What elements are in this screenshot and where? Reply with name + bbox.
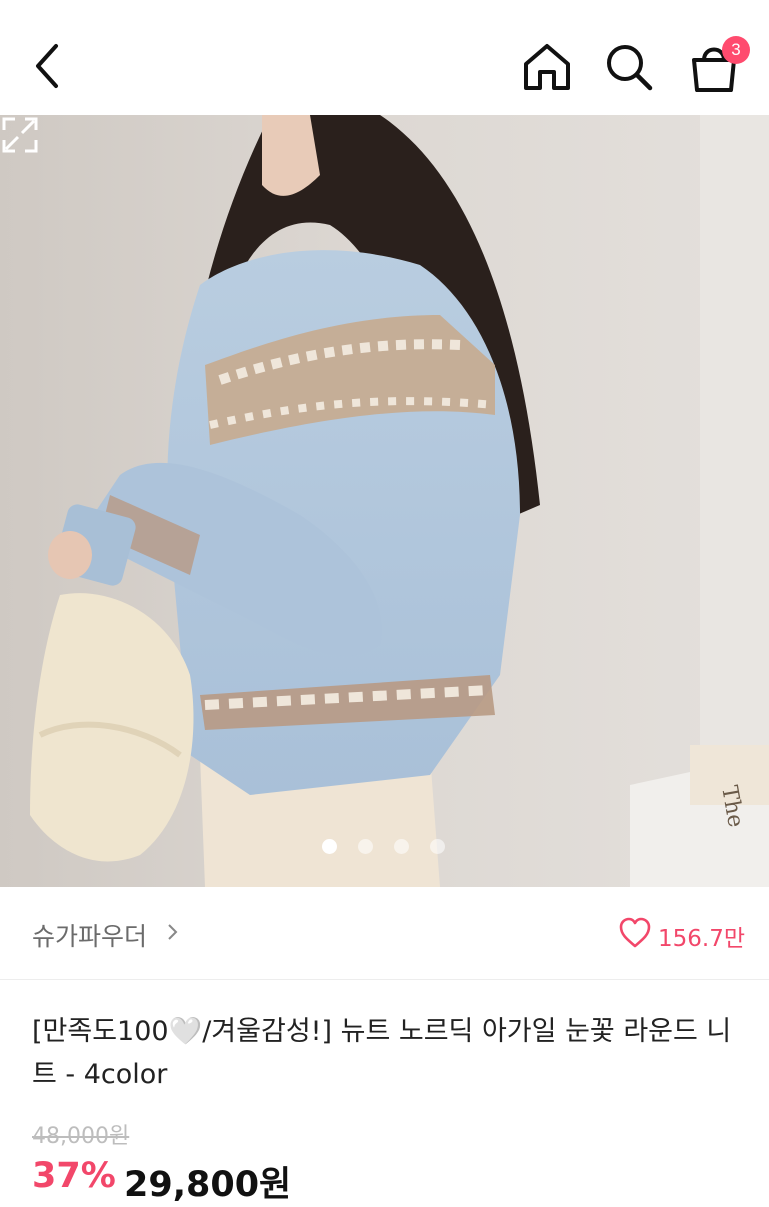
gallery-dot-3[interactable] <box>394 839 409 854</box>
gallery-dot-2[interactable] <box>358 839 373 854</box>
top-navigation-bar: 3 <box>0 0 769 115</box>
gallery-dot-4[interactable] <box>430 839 445 854</box>
cart-count-badge: 3 <box>722 36 750 64</box>
gallery-dot-1[interactable] <box>322 839 337 854</box>
original-price: 48,000원 <box>32 1124 130 1149</box>
seller-name-link[interactable]: 슈가파우더 <box>32 917 147 953</box>
expand-icon[interactable] <box>0 115 40 155</box>
chevron-right-icon[interactable] <box>166 921 180 943</box>
product-photo: The <box>0 115 769 887</box>
chevron-left-icon[interactable] <box>28 40 68 92</box>
discount-rate: 37% <box>32 1156 116 1196</box>
gallery-page-indicator <box>0 837 769 857</box>
product-title: [만족도100🤍/겨울감성!] 뉴트 노르딕 아가일 눈꽃 라운드 니트 - 4… <box>32 1016 732 1090</box>
heart-outline-icon[interactable] <box>618 917 652 949</box>
sale-price: 29,800원 <box>124 1165 292 1205</box>
like-count: 156.7만 <box>658 926 746 952</box>
home-icon[interactable] <box>520 40 574 94</box>
product-image-gallery[interactable]: The <box>0 115 769 887</box>
search-icon[interactable] <box>602 40 656 94</box>
seller-row: 슈가파우더 156.7만 <box>0 887 769 980</box>
